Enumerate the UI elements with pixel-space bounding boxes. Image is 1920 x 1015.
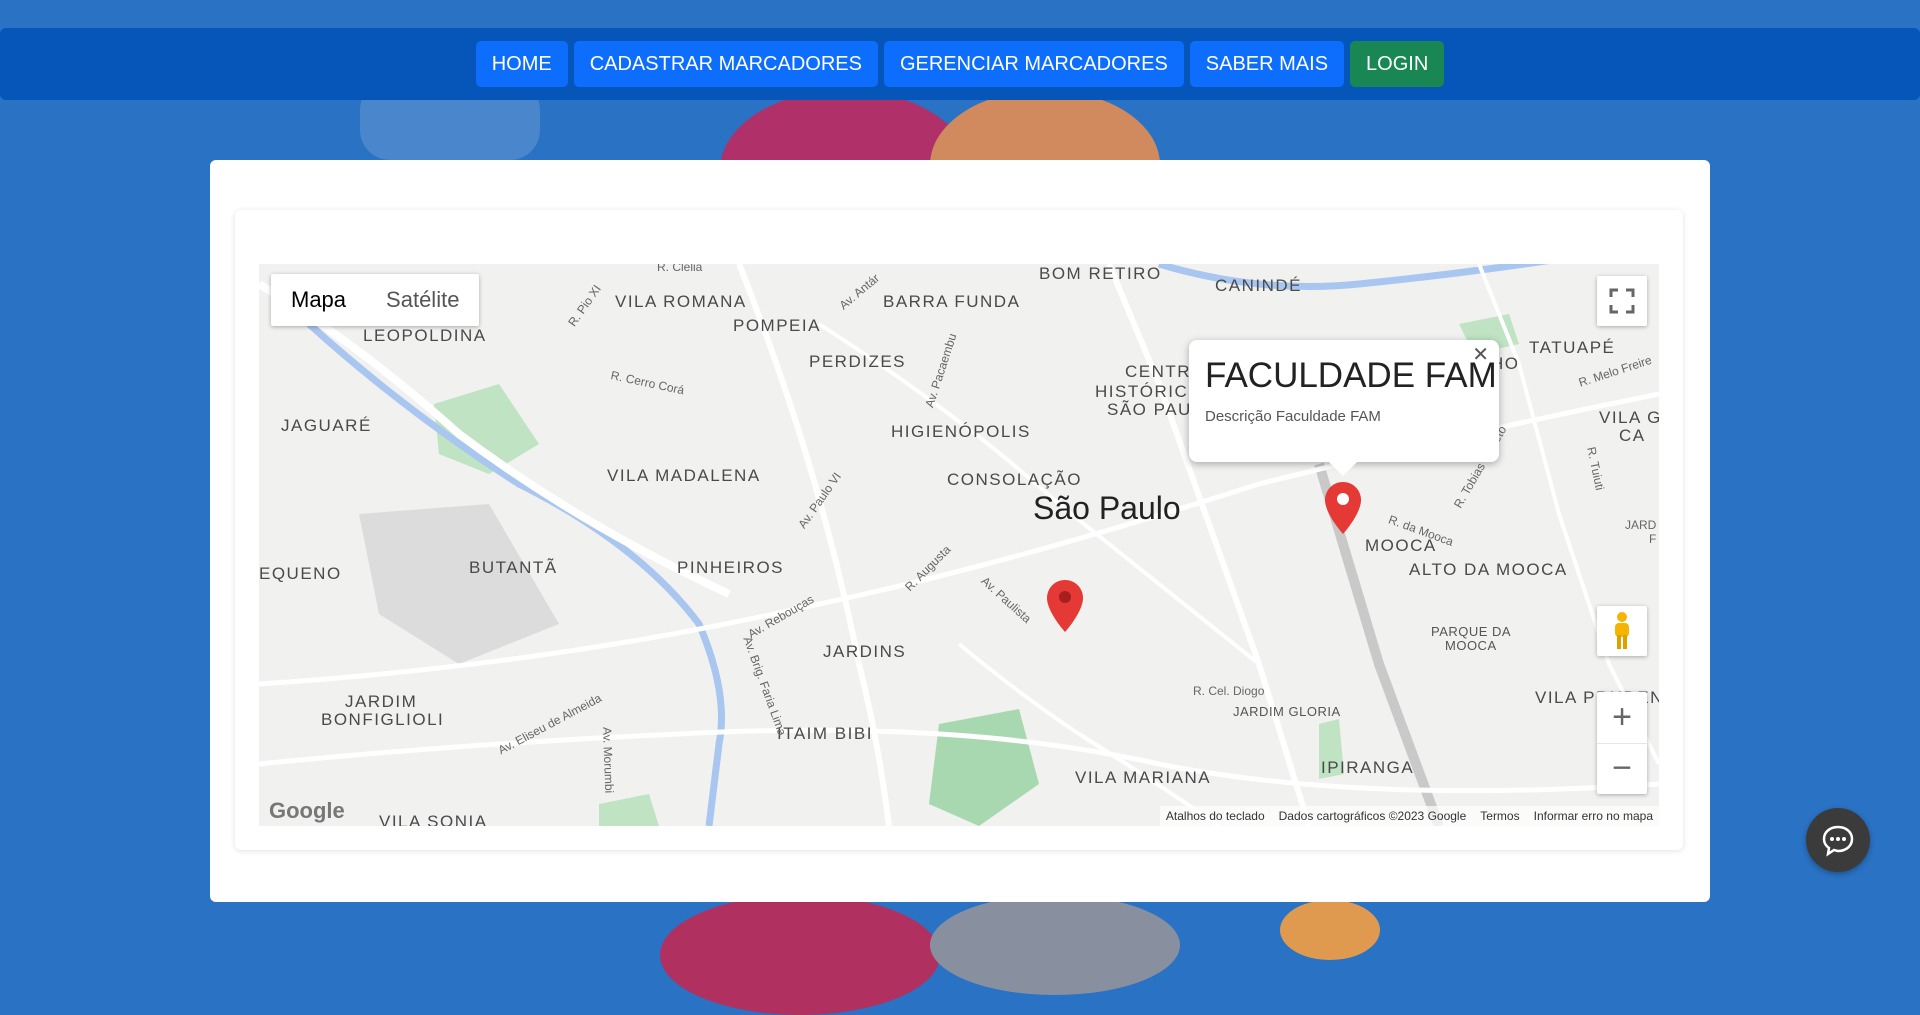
map-district-label: HISTÓRICO [1095,382,1203,401]
main-card: BOM RETIRO CANINDÉ VILA ROMANA BARRA FUN… [210,160,1710,902]
map-district-label: LEOPOLDINA [363,326,487,345]
fullscreen-icon [1609,288,1635,314]
keyboard-shortcuts-link[interactable]: Atalhos do teclado [1166,809,1265,823]
map-district-label: HIGIENÓPOLIS [891,422,1031,441]
background-blob [1280,900,1380,960]
map-street-label: R. Clelia [657,264,703,274]
map-district-label: PERDIZES [809,352,907,371]
background-blob [660,895,940,1015]
nav-gerenciar-button[interactable]: GERENCIAR MARCADORES [883,41,1184,87]
map-district-label: PARQUE DA [1431,624,1512,639]
terms-link[interactable]: Termos [1480,809,1519,823]
map-district-label: VILA MARIANA [1075,768,1212,787]
map-footer: Atalhos do teclado Dados cartográficos ©… [1159,806,1659,826]
map-district-label: EQUENO [259,564,342,583]
map-district-label: POMPEIA [733,316,821,335]
map-district-label: CANINDÉ [1215,276,1303,295]
map-district-label: JARDINS [823,642,907,661]
map-type-map-button[interactable]: Mapa [271,274,366,326]
map-district-label: VILA G [1599,408,1659,427]
map-district-label: BONFIGLIOLI [321,710,445,729]
map-district-label: BOM RETIRO [1039,264,1162,283]
map-marker-pin[interactable] [1047,580,1083,632]
map-district-label: BUTANTÃ [469,558,558,577]
nav-home-button[interactable]: HOME [475,41,568,87]
info-window-description: Descrição Faculdade FAM [1205,408,1381,425]
map-marker-pin[interactable] [1325,482,1361,534]
map-district-label: SÃO PAU [1107,400,1192,419]
map-district-label: CA [1619,426,1646,445]
zoom-control: + − [1597,692,1647,794]
zoom-out-button[interactable]: − [1597,744,1647,794]
map-district-label: TATUAPÉ [1529,338,1616,357]
street-view-pegman-button[interactable] [1597,606,1647,656]
background-blob [930,895,1180,995]
report-error-link[interactable]: Informar erro no mapa [1534,809,1653,823]
close-icon[interactable]: ✕ [1472,342,1489,367]
map-street-label: JARD [1625,518,1657,532]
map-street-label: F [1649,532,1657,546]
map-district-label: JAGUARÉ [281,416,372,435]
map-card: BOM RETIRO CANINDÉ VILA ROMANA BARRA FUN… [235,210,1683,850]
chat-button[interactable] [1806,808,1870,872]
map-district-label: ITAIM BIBI [777,724,873,743]
chat-icon [1822,825,1854,857]
map-district-label: JARDIM [345,692,418,711]
google-map[interactable]: BOM RETIRO CANINDÉ VILA ROMANA BARRA FUN… [259,264,1659,826]
map-district-label: ALTO DA MOOCA [1409,560,1568,579]
map-street-label: R. Cel. Diogo [1193,684,1265,698]
zoom-in-button[interactable]: + [1597,693,1647,744]
map-district-label: VILA MADALENA [607,466,761,485]
google-logo: Google [269,798,345,823]
nav-login-button[interactable]: LOGIN [1350,41,1445,87]
map-district-label: CONSOLAÇÃO [947,470,1082,489]
map-street-label: Av. Morumbi [600,726,617,794]
nav-cadastrar-button[interactable]: CADASTRAR MARCADORES [573,41,878,87]
map-type-control: Mapa Satélite [271,274,480,326]
map-type-satellite-button[interactable]: Satélite [366,274,479,326]
map-district-label: VILA SONIA [379,812,488,826]
top-navbar: HOME CADASTRAR MARCADORES GERENCIAR MARC… [0,28,1920,100]
nav-saber-mais-button[interactable]: SABER MAIS [1189,41,1345,87]
map-district-label: MOOCA [1445,638,1497,653]
map-district-label: VILA ROMANA [615,292,747,311]
pegman-icon [1615,612,1629,649]
marker-info-window: FACULDADE FAM Descrição Faculdade FAM ✕ [1189,340,1499,476]
info-window-title: FACULDADE FAM [1205,356,1497,395]
map-district-label: JARDIM GLORIA [1233,704,1341,719]
map-district-label: BARRA FUNDA [883,292,1021,311]
map-district-label: PINHEIROS [677,558,785,577]
map-city-label: São Paulo [1033,490,1181,526]
map-district-label: IPIRANGA [1321,758,1415,777]
fullscreen-button[interactable] [1597,276,1647,326]
map-data-attribution: Dados cartográficos ©2023 Google [1278,809,1467,823]
